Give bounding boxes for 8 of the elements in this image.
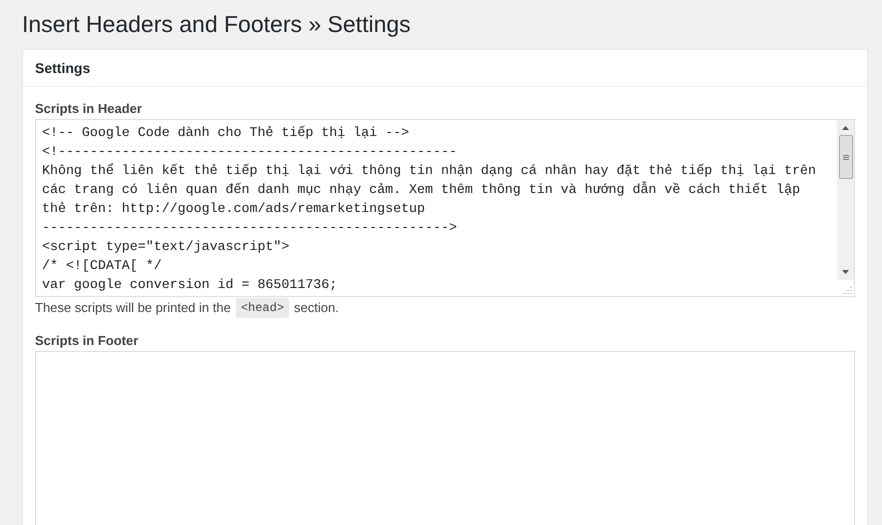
field-label: Scripts in Footer [35, 333, 140, 349]
help-text-start: These scripts will be printed in the [35, 299, 231, 317]
code-tag: <head> [236, 298, 290, 318]
help-text-end: section. [294, 299, 339, 317]
panel-title: Settings [35, 59, 92, 77]
page-title: Insert Headers and Footers » Settings [22, 10, 412, 39]
field-label: Scripts in Header [35, 101, 143, 117]
code-field[interactable] [35, 351, 855, 525]
